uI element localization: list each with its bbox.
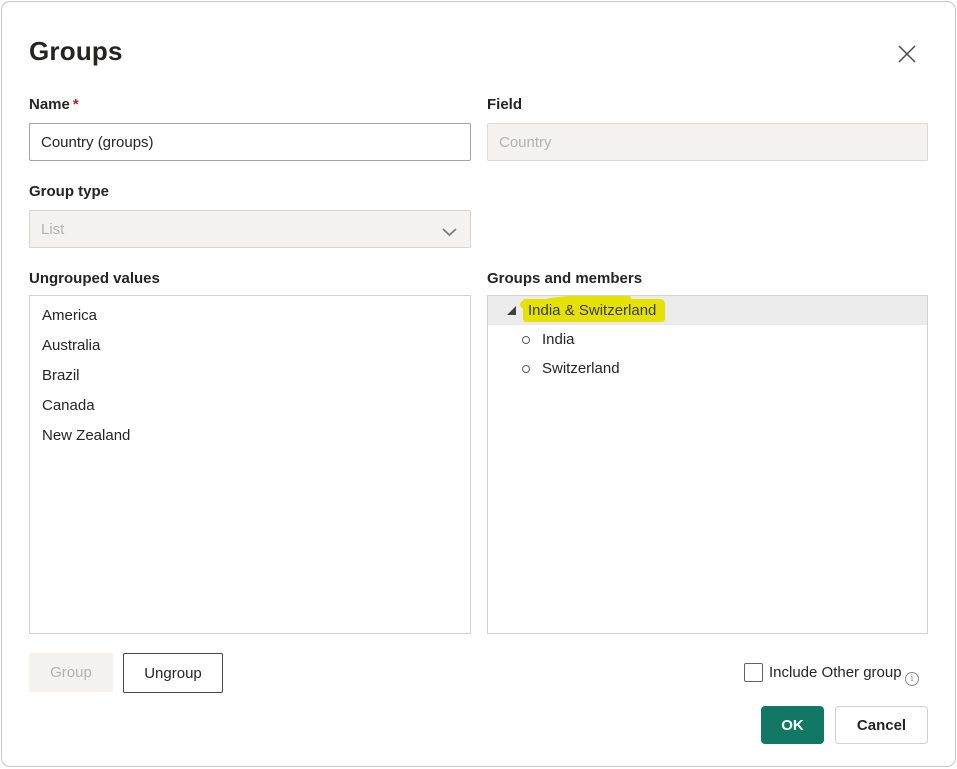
chevron-down-icon [442, 224, 457, 241]
groups-dialog: Groups Name* Field Group type List Ungro… [1, 1, 956, 767]
member-bullet-icon [522, 365, 530, 373]
member-name: India [542, 331, 575, 348]
group-type-label: Group type [29, 183, 109, 200]
groups-members-tree[interactable]: India & Switzerland India Switzerland [487, 295, 928, 634]
group-button[interactable]: Group [29, 653, 113, 692]
member-name: Switzerland [542, 360, 620, 377]
group-type-value: List [41, 221, 64, 238]
list-item[interactable]: Canada [30, 391, 470, 421]
group-type-dropdown[interactable]: List [29, 210, 471, 248]
close-icon [896, 43, 918, 68]
list-item[interactable]: America [30, 301, 470, 331]
member-bullet-icon [522, 336, 530, 344]
include-other-checkbox[interactable] [744, 663, 763, 682]
group-name-highlight: India & Switzerland [523, 299, 665, 322]
expand-collapse-icon[interactable] [507, 306, 516, 315]
field-input[interactable] [487, 123, 928, 161]
ungrouped-values-label: Ungrouped values [29, 270, 160, 287]
ok-button[interactable]: OK [761, 706, 824, 744]
close-button[interactable] [891, 39, 923, 71]
group-name: India & Switzerland [528, 302, 656, 319]
name-input[interactable] [29, 123, 471, 161]
field-label: Field [487, 96, 522, 113]
list-item[interactable]: Australia [30, 331, 470, 361]
cancel-button[interactable]: Cancel [835, 706, 928, 744]
dialog-title: Groups [29, 36, 123, 67]
list-item[interactable]: Brazil [30, 361, 470, 391]
required-asterisk: * [73, 96, 79, 113]
tree-member-row[interactable]: India [488, 325, 927, 354]
tree-group-row[interactable]: India & Switzerland [488, 296, 927, 325]
include-other-label[interactable]: Include Other group [769, 664, 902, 681]
ungrouped-values-listbox[interactable]: America Australia Brazil Canada New Zeal… [29, 295, 471, 634]
groups-members-label: Groups and members [487, 270, 642, 287]
tree-member-row[interactable]: Switzerland [488, 354, 927, 383]
name-label: Name* [29, 96, 79, 113]
info-icon[interactable]: i [905, 672, 919, 686]
name-label-text: Name [29, 96, 70, 113]
list-item[interactable]: New Zealand [30, 421, 470, 451]
ungroup-button[interactable]: Ungroup [123, 653, 223, 693]
